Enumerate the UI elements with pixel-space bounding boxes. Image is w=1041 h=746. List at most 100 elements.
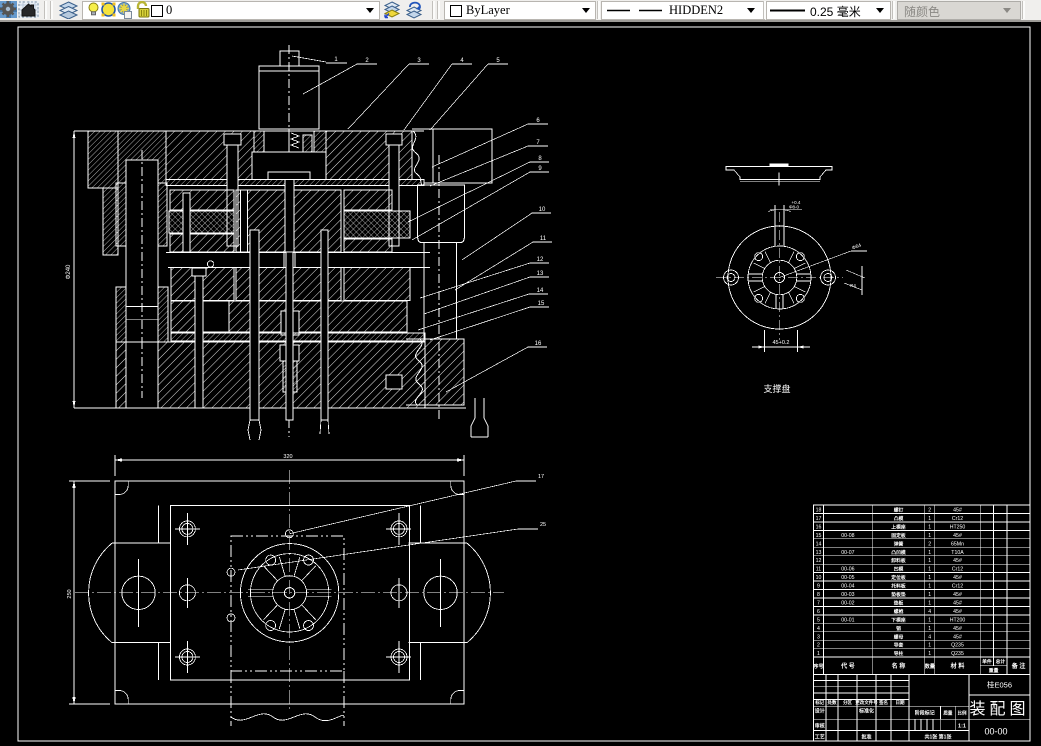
svg-text:320: 320 xyxy=(283,454,292,460)
svg-text:00-08: 00-08 xyxy=(841,533,854,539)
svg-text:15: 15 xyxy=(816,533,822,539)
svg-text:11: 11 xyxy=(540,236,547,242)
svg-text:00-06: 00-06 xyxy=(841,567,854,573)
svg-text:总计: 总计 xyxy=(996,658,1006,665)
svg-text:凸凹模: 凸凹模 xyxy=(891,549,906,556)
svg-text:1: 1 xyxy=(928,533,931,539)
svg-text:45+0.2: 45+0.2 xyxy=(773,340,790,346)
svg-text:5: 5 xyxy=(817,617,820,623)
svg-text:16: 16 xyxy=(816,524,822,530)
svg-text:Φ8-0: Φ8-0 xyxy=(789,205,800,210)
svg-text:备 注: 备 注 xyxy=(1011,662,1026,670)
svg-text:代 号: 代 号 xyxy=(840,662,855,670)
svg-text:13: 13 xyxy=(537,271,544,277)
svg-text:签名: 签名 xyxy=(878,699,888,706)
svg-text:螺母: 螺母 xyxy=(894,633,904,640)
svg-text:弹簧: 弹簧 xyxy=(894,540,904,547)
svg-text:17: 17 xyxy=(816,516,822,522)
svg-text:45#: 45# xyxy=(953,609,962,615)
svg-text:2: 2 xyxy=(928,541,931,547)
svg-text:Cr12: Cr12 xyxy=(952,516,963,522)
svg-text:13: 13 xyxy=(816,550,822,556)
svg-text:垫板: 垫板 xyxy=(894,600,904,607)
svg-text:桂E056: 桂E056 xyxy=(987,680,1012,690)
svg-text:1: 1 xyxy=(928,567,931,573)
svg-text:卸料板: 卸料板 xyxy=(891,557,906,564)
svg-text:托料板: 托料板 xyxy=(891,583,906,590)
svg-text:45#: 45# xyxy=(953,634,962,640)
svg-text:固定板: 固定板 xyxy=(891,532,906,539)
svg-text:18: 18 xyxy=(816,508,822,514)
svg-text:2: 2 xyxy=(817,643,820,649)
svg-text:导套: 导套 xyxy=(894,642,904,649)
svg-text:1: 1 xyxy=(928,575,931,581)
svg-text:1: 1 xyxy=(928,524,931,530)
svg-text:Φ240: Φ240 xyxy=(66,264,72,279)
svg-text:1: 1 xyxy=(928,643,931,649)
svg-text:00-04: 00-04 xyxy=(841,584,854,590)
svg-text:1:1: 1:1 xyxy=(958,724,966,730)
svg-text:Cr12: Cr12 xyxy=(952,584,963,590)
svg-text:HT250: HT250 xyxy=(950,524,966,530)
svg-text:共1张 第1张: 共1张 第1张 xyxy=(925,734,953,741)
svg-text:1: 1 xyxy=(928,550,931,556)
svg-text:定位板: 定位板 xyxy=(891,574,906,581)
svg-text:1: 1 xyxy=(928,584,931,590)
svg-text:日期: 日期 xyxy=(896,699,905,706)
svg-text:序号: 序号 xyxy=(812,663,823,670)
svg-text:4: 4 xyxy=(817,626,820,632)
svg-text:1: 1 xyxy=(928,626,931,632)
svg-text:Q235: Q235 xyxy=(951,651,964,657)
svg-text:1: 1 xyxy=(928,601,931,607)
svg-text:00-07: 00-07 xyxy=(841,550,854,556)
svg-text:14: 14 xyxy=(537,288,544,294)
svg-text:16: 16 xyxy=(535,341,542,347)
svg-text:45#: 45# xyxy=(953,558,962,564)
svg-text:11: 11 xyxy=(816,567,821,573)
svg-text:00-03: 00-03 xyxy=(841,592,854,598)
svg-text:质量: 质量 xyxy=(943,710,952,717)
svg-text:4: 4 xyxy=(928,634,931,640)
svg-text:工艺: 工艺 xyxy=(815,734,825,741)
svg-text:处数: 处数 xyxy=(827,699,837,706)
svg-text:12: 12 xyxy=(537,257,544,263)
svg-text:4: 4 xyxy=(928,609,931,615)
svg-text:Q235: Q235 xyxy=(951,643,964,649)
svg-text:17: 17 xyxy=(538,474,544,480)
svg-text:00-00: 00-00 xyxy=(984,727,1007,737)
svg-text:R4: R4 xyxy=(850,283,856,288)
svg-text:T10A: T10A xyxy=(951,550,964,556)
svg-text:销: 销 xyxy=(896,625,901,632)
svg-text:批准: 批准 xyxy=(861,734,871,741)
svg-text:3: 3 xyxy=(817,634,820,640)
svg-text:00-05: 00-05 xyxy=(841,575,854,581)
svg-text:10: 10 xyxy=(539,207,546,213)
svg-text:重量: 重量 xyxy=(989,667,999,674)
svg-text:螺钉: 螺钉 xyxy=(894,507,904,514)
svg-text:比例: 比例 xyxy=(958,710,967,717)
svg-text:45#: 45# xyxy=(953,601,962,607)
svg-text:00-02: 00-02 xyxy=(841,601,854,607)
svg-text:更改文件号: 更改文件号 xyxy=(855,699,878,706)
svg-text:上模座: 上模座 xyxy=(891,523,906,530)
svg-text:单件: 单件 xyxy=(982,658,992,665)
svg-text:下模座: 下模座 xyxy=(891,616,906,623)
svg-text:45#: 45# xyxy=(953,626,962,632)
svg-text:00-01: 00-01 xyxy=(841,617,854,623)
svg-text:设计: 设计 xyxy=(815,708,825,715)
svg-text:6: 6 xyxy=(817,609,820,615)
svg-text:1: 1 xyxy=(928,617,931,623)
svg-text:凸模: 凸模 xyxy=(894,515,904,522)
svg-text:14: 14 xyxy=(816,541,822,547)
svg-text:65Mn: 65Mn xyxy=(951,541,964,547)
svg-text:螺栰: 螺栰 xyxy=(894,608,904,615)
svg-text:材 料: 材 料 xyxy=(950,662,965,670)
svg-text:45#: 45# xyxy=(953,508,962,514)
svg-text:45#: 45# xyxy=(953,592,962,598)
svg-text:250: 250 xyxy=(67,589,73,598)
svg-text:凹模: 凹模 xyxy=(894,566,904,573)
svg-text:25: 25 xyxy=(540,522,546,528)
svg-text:阶段标记: 阶段标记 xyxy=(915,710,935,717)
svg-text:1: 1 xyxy=(928,651,931,657)
svg-text:10: 10 xyxy=(816,575,822,581)
